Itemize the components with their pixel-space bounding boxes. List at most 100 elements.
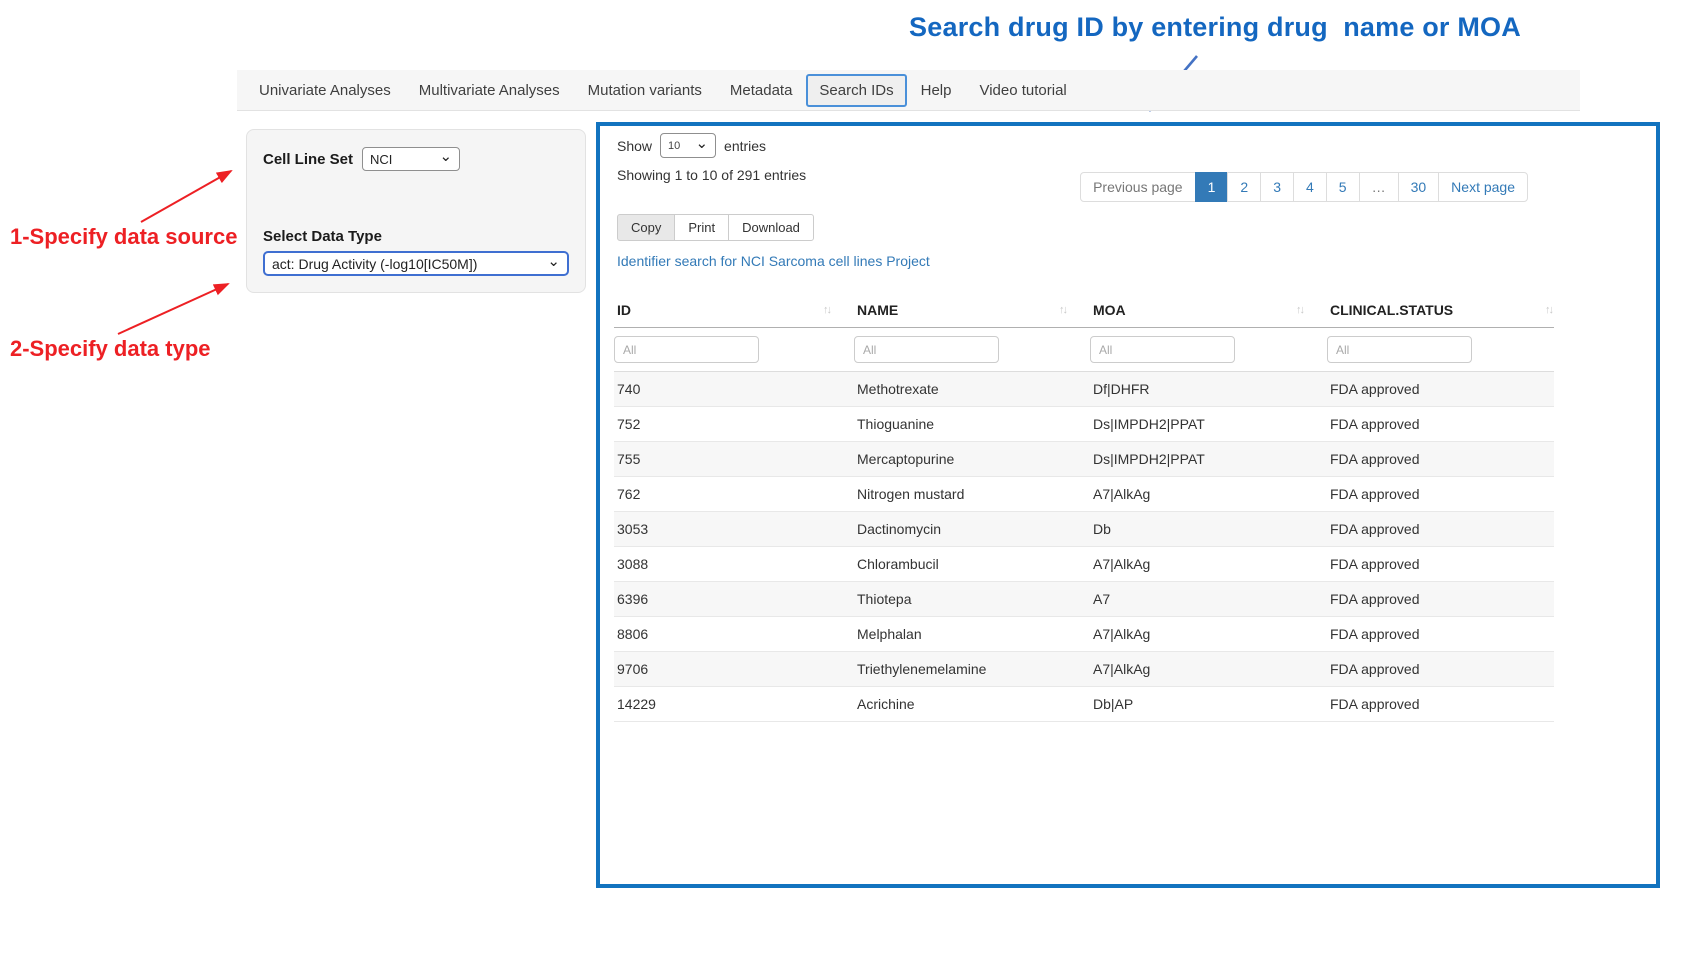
pagination-pages: 12345…30 (1196, 172, 1440, 202)
pagination-page-4[interactable]: 4 (1293, 172, 1327, 202)
table-cell: Thiotepa (854, 591, 1090, 607)
cell-line-set-select[interactable]: NCI ⌄ (362, 147, 460, 171)
filter-input-moa[interactable] (1090, 336, 1235, 363)
table-cell: Nitrogen mustard (854, 486, 1090, 502)
pagination-ellipsis: … (1359, 172, 1399, 202)
sort-icon[interactable]: ↑↓ (1059, 304, 1066, 316)
filter-input-name[interactable] (854, 336, 999, 363)
data-type-label: Select Data Type (263, 228, 569, 245)
table-row: 762Nitrogen mustardA7|AlkAgFDA approved (614, 477, 1554, 512)
table-cell: Ds|IMPDH2|PPAT (1090, 451, 1327, 467)
data-type-value: act: Drug Activity (-log10[IC50M]) (272, 256, 477, 272)
entries-label: entries (724, 138, 766, 154)
table-header-row: ID ↑↓ NAME ↑↓ MOA ↑↓ CLINICAL.STATUS ↑↓ (614, 296, 1554, 328)
data-type-select[interactable]: act: Drug Activity (-log10[IC50M]) ⌄ (263, 251, 569, 276)
table-cell: Thioguanine (854, 416, 1090, 432)
pagination-page-1[interactable]: 1 (1195, 172, 1229, 202)
red-arrow-step1-icon (133, 160, 245, 232)
identifier-search-link[interactable]: Identifier search for NCI Sarcoma cell l… (617, 253, 930, 269)
filter-input-clinical-status[interactable] (1327, 336, 1472, 363)
sort-icon[interactable]: ↑↓ (1296, 304, 1303, 316)
tab-search-ids[interactable]: Search IDs (806, 74, 906, 107)
main-navbar: Univariate Analyses Multivariate Analyse… (237, 70, 1580, 111)
cell-line-set-value: NCI (370, 152, 392, 167)
table-cell: FDA approved (1327, 661, 1554, 677)
next-page-button[interactable]: Next page (1438, 172, 1528, 202)
chevron-down-icon: ⌄ (547, 257, 560, 267)
tab-video-tutorial[interactable]: Video tutorial (965, 73, 1080, 108)
table-cell: Acrichine (854, 696, 1090, 712)
table-cell: Chlorambucil (854, 556, 1090, 572)
table-cell: A7|AlkAg (1090, 486, 1327, 502)
print-button[interactable]: Print (674, 214, 729, 241)
table-cell: FDA approved (1327, 416, 1554, 432)
pagination-page-2[interactable]: 2 (1227, 172, 1261, 202)
tab-metadata[interactable]: Metadata (716, 73, 807, 108)
table-cell: Methotrexate (854, 381, 1090, 397)
table-row: 6396ThiotepaA7FDA approved (614, 582, 1554, 617)
table-cell: 8806 (614, 626, 854, 642)
tab-mutation-variants[interactable]: Mutation variants (574, 73, 716, 108)
show-entries-row: Show 10 ⌄ entries (617, 133, 766, 158)
table-cell: 9706 (614, 661, 854, 677)
download-button[interactable]: Download (728, 214, 814, 241)
filter-input-id[interactable] (614, 336, 759, 363)
table-body: 740MethotrexateDf|DHFRFDA approved752Thi… (614, 372, 1554, 722)
table-cell: Triethylenemelamine (854, 661, 1090, 677)
annotation-step2: 2-Specify data type (10, 336, 211, 362)
table-cell: 3088 (614, 556, 854, 572)
copy-button[interactable]: Copy (617, 214, 675, 241)
table-cell: Ds|IMPDH2|PPAT (1090, 416, 1327, 432)
table-row: 752ThioguanineDs|IMPDH2|PPATFDA approved (614, 407, 1554, 442)
table-cell: FDA approved (1327, 486, 1554, 502)
table-cell: 14229 (614, 696, 854, 712)
sort-icon[interactable]: ↑↓ (823, 304, 830, 316)
page-canvas: Search drug ID by entering drug name or … (0, 0, 1700, 956)
table-row: 9706TriethylenemelamineA7|AlkAgFDA appro… (614, 652, 1554, 687)
table-cell: Melphalan (854, 626, 1090, 642)
table-cell: FDA approved (1327, 626, 1554, 642)
data-source-panel: Cell Line Set NCI ⌄ Select Data Type act… (246, 129, 586, 293)
table-cell: 762 (614, 486, 854, 502)
pagination-page-3[interactable]: 3 (1260, 172, 1294, 202)
column-header-clinical-status[interactable]: CLINICAL.STATUS ↑↓ (1327, 296, 1554, 327)
column-header-id[interactable]: ID ↑↓ (614, 296, 854, 327)
table-cell: Mercaptopurine (854, 451, 1090, 467)
table-cell: FDA approved (1327, 696, 1554, 712)
pagination: Previous page 12345…30 Next page (1080, 172, 1528, 202)
search-results-panel: Show 10 ⌄ entries Showing 1 to 10 of 291… (596, 122, 1660, 888)
table-cell: Db (1090, 521, 1327, 537)
chevron-down-icon: ⌄ (439, 152, 452, 162)
sort-icon[interactable]: ↑↓ (1545, 304, 1552, 316)
table-cell: A7 (1090, 591, 1327, 607)
table-cell: 755 (614, 451, 854, 467)
table-cell: FDA approved (1327, 521, 1554, 537)
column-header-label: ID (617, 302, 631, 318)
table-cell: A7|AlkAg (1090, 626, 1327, 642)
table-row: 3053DactinomycinDbFDA approved (614, 512, 1554, 547)
table-row: 740MethotrexateDf|DHFRFDA approved (614, 372, 1554, 407)
table-cell: A7|AlkAg (1090, 661, 1327, 677)
red-arrow-step2-icon (112, 274, 242, 342)
column-header-name[interactable]: NAME ↑↓ (854, 296, 1090, 327)
table-row: 3088ChlorambucilA7|AlkAgFDA approved (614, 547, 1554, 582)
pagination-page-30[interactable]: 30 (1398, 172, 1440, 202)
tab-help[interactable]: Help (907, 73, 966, 108)
table-row: 8806MelphalanA7|AlkAgFDA approved (614, 617, 1554, 652)
show-entries-select[interactable]: 10 ⌄ (660, 133, 716, 158)
table-row: 14229AcrichineDb|APFDA approved (614, 687, 1554, 722)
table-cell: FDA approved (1327, 556, 1554, 572)
table-cell: 6396 (614, 591, 854, 607)
tab-univariate-analyses[interactable]: Univariate Analyses (245, 73, 405, 108)
table-cell: Df|DHFR (1090, 381, 1327, 397)
table-cell: 3053 (614, 521, 854, 537)
table-row: 755MercaptopurineDs|IMPDH2|PPATFDA appro… (614, 442, 1554, 477)
column-header-moa[interactable]: MOA ↑↓ (1090, 296, 1327, 327)
tab-multivariate-analyses[interactable]: Multivariate Analyses (405, 73, 574, 108)
show-label: Show (617, 138, 652, 154)
table-cell: 752 (614, 416, 854, 432)
column-header-label: MOA (1093, 302, 1126, 318)
table-cell: FDA approved (1327, 451, 1554, 467)
pagination-page-5[interactable]: 5 (1326, 172, 1360, 202)
previous-page-button[interactable]: Previous page (1080, 172, 1196, 202)
